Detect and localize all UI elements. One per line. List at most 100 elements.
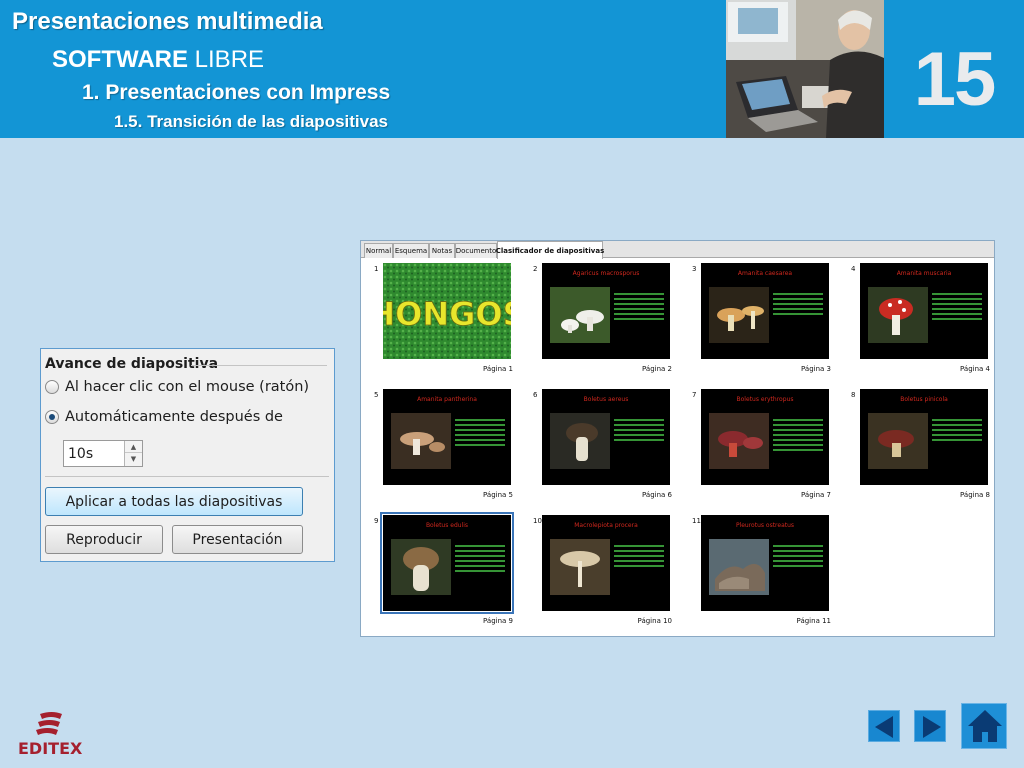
- home-button[interactable]: [961, 703, 1007, 749]
- radio-on-click-label: Al hacer clic con el mouse (ratón): [65, 379, 310, 395]
- left-triangle-icon: [875, 716, 893, 738]
- view-tabs: Normal Esquema Notas Documento Clasifica…: [361, 241, 994, 259]
- slide-thumbnail[interactable]: Macrolepiota procera: [542, 515, 670, 611]
- slide-title: Amanita caesarea: [737, 270, 793, 277]
- tab-normal[interactable]: Normal: [364, 243, 393, 258]
- spin-buttons: ▲ ▼: [124, 441, 142, 466]
- radio-on-icon[interactable]: [45, 410, 59, 424]
- tab-outline[interactable]: Esquema: [393, 243, 429, 258]
- page-label: Página 3: [801, 365, 831, 373]
- radio-off-icon[interactable]: [45, 380, 59, 394]
- editex-logo-mark: [36, 712, 62, 735]
- delay-spinbox[interactable]: 10s ▲ ▼: [63, 440, 143, 467]
- slide-thumbnail[interactable]: Boletus erythropus: [701, 389, 829, 485]
- slide-number: 15: [913, 37, 997, 122]
- previous-slide-button[interactable]: [868, 710, 900, 742]
- section-title: 1. Presentaciones con Impress: [82, 81, 391, 104]
- subsection-title: 1.5. Transición de las diapositivas: [114, 112, 389, 131]
- editex-logo: EDITEX: [18, 710, 88, 758]
- slide-body-text: [614, 545, 664, 567]
- unit-title-bold: SOFTWARE: [52, 46, 188, 73]
- right-triangle-icon: [923, 716, 941, 738]
- slide-title: HONGOS: [383, 295, 511, 333]
- slide-body-text: [614, 419, 664, 441]
- slide-number-label: 3: [692, 265, 697, 273]
- spin-down-icon[interactable]: ▼: [125, 453, 142, 465]
- slide-title: Agaricus macrosporus: [572, 270, 640, 277]
- unit-title: SOFTWARE LIBRE: [52, 46, 264, 74]
- slide-body-text: [932, 419, 982, 441]
- apply-to-all-button[interactable]: Aplicar a todas las diapositivas: [45, 487, 303, 516]
- page-label: Página 5: [483, 491, 513, 499]
- slide-thumbnail[interactable]: Pleurotus ostreatus: [701, 515, 829, 611]
- slide-thumbnail-selected[interactable]: Boletus edulis: [380, 512, 514, 614]
- slide-thumbnail[interactable]: Boletus aereus: [542, 389, 670, 485]
- header-bar: Presentaciones multimedia SOFTWARE LIBRE…: [0, 0, 1024, 138]
- slide-thumbnail[interactable]: Amanita muscaria: [860, 263, 988, 359]
- page-label: Página 8: [960, 491, 990, 499]
- slide-title: Pleurotus ostreatus: [735, 522, 795, 529]
- mushroom-photo: [709, 413, 769, 469]
- page-label: Página 10: [637, 617, 672, 625]
- slide-body-text: [932, 293, 982, 320]
- slide-body-text: [773, 419, 823, 451]
- slide-number-box: 15: [884, 0, 1024, 138]
- mushroom-photo: [550, 413, 610, 469]
- slide-sorter-view: Normal Esquema Notas Documento Clasifica…: [360, 240, 995, 637]
- page-label: Página 9: [483, 617, 513, 625]
- mushroom-photo: [868, 413, 928, 469]
- slide-number-label: 10: [533, 517, 542, 525]
- slide-number-label: 8: [851, 391, 856, 399]
- slide-number-label: 11: [692, 517, 701, 525]
- slide-number-label: 9: [374, 517, 379, 525]
- slide-title: Macrolepiota procera: [574, 522, 638, 529]
- slide-title: Amanita muscaria: [896, 270, 952, 277]
- mushroom-photo: [391, 539, 451, 595]
- slide-body-text: [614, 293, 664, 320]
- slide-title: Amanita pantherina: [417, 396, 477, 403]
- play-button[interactable]: Reproducir: [45, 525, 163, 554]
- slide-number-label: 5: [374, 391, 379, 399]
- panel-divider: [45, 476, 329, 477]
- home-icon: [968, 710, 1002, 742]
- spin-up-icon[interactable]: ▲: [125, 441, 142, 453]
- mushroom-photo: [391, 413, 451, 469]
- slide-number-label: 7: [692, 391, 697, 399]
- slide-body-text: [773, 545, 823, 567]
- tab-notes[interactable]: Notas: [429, 243, 455, 258]
- slide-advance-panel: Avance de diapositiva Al hacer clic con …: [40, 348, 335, 562]
- slide-body-text: [455, 545, 505, 572]
- mushroom-photo: [709, 539, 769, 595]
- radio-on-click[interactable]: Al hacer clic con el mouse (ratón): [45, 379, 309, 395]
- slide-body-text: [773, 293, 823, 315]
- hongos-title-art: HONGOS: [383, 263, 511, 359]
- slideshow-button[interactable]: Presentación: [172, 525, 303, 554]
- radio-automatic-label: Automáticamente después de: [65, 409, 283, 425]
- slide-thumbnail[interactable]: HONGOS: [383, 263, 511, 359]
- slide-thumbnail[interactable]: Amanita pantherina: [383, 389, 511, 485]
- slide-title: Boletus aereus: [583, 396, 629, 403]
- course-title: Presentaciones multimedia: [12, 8, 323, 35]
- mushroom-photo: [550, 539, 610, 595]
- tab-handout[interactable]: Documento: [455, 243, 497, 258]
- page-label: Página 11: [796, 617, 831, 625]
- delay-value[interactable]: 10s: [68, 446, 93, 462]
- slide-body-text: [455, 419, 505, 446]
- page-label: Página 1: [483, 365, 513, 373]
- page-label: Página 4: [960, 365, 990, 373]
- unit-title-rest: LIBRE: [188, 46, 265, 73]
- slide-thumbnail[interactable]: Agaricus macrosporus: [542, 263, 670, 359]
- header-photo: [726, 0, 884, 138]
- panel-title: Avance de diapositiva: [45, 356, 219, 372]
- radio-automatic[interactable]: Automáticamente después de: [45, 409, 283, 425]
- page-label: Página 6: [642, 491, 672, 499]
- page-label: Página 7: [801, 491, 831, 499]
- slide-thumbnail[interactable]: Amanita caesarea: [701, 263, 829, 359]
- slide-thumbnail[interactable]: Boletus pinicola: [860, 389, 988, 485]
- next-slide-button[interactable]: [914, 710, 946, 742]
- mushroom-photo: [709, 287, 769, 343]
- panel-title-divider: [191, 365, 327, 366]
- tab-slide-sorter[interactable]: Clasificador de diapositivas: [496, 241, 604, 259]
- logo-text: EDITEX: [18, 739, 83, 758]
- slide-number-label: 1: [374, 265, 379, 273]
